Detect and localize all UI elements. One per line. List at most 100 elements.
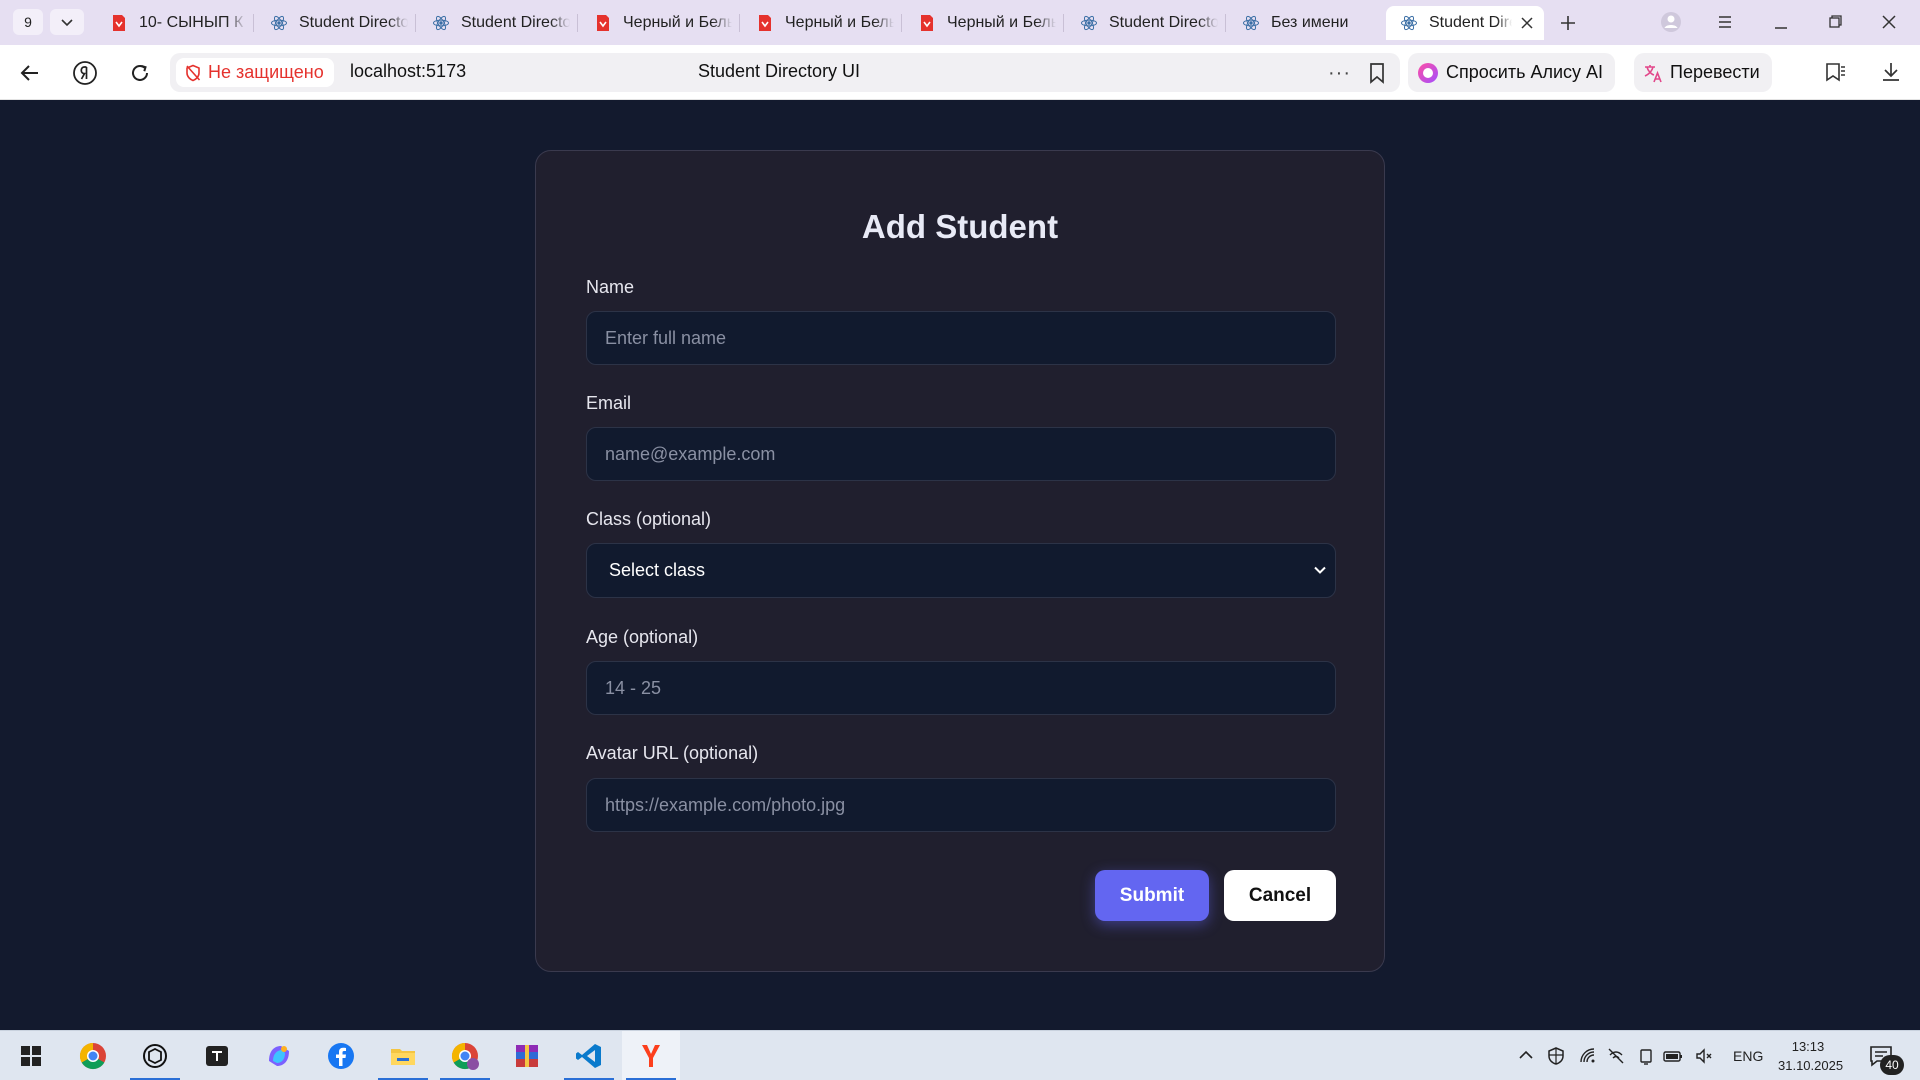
browser-tab[interactable]: Черный и Белый	[580, 6, 732, 40]
pdf-doc-icon	[759, 15, 771, 31]
vscode-icon	[576, 1044, 601, 1068]
browser-tab[interactable]: Без имени	[1228, 6, 1380, 40]
close-icon	[1882, 15, 1896, 29]
tab-title: 10- СЫНЫП К	[139, 14, 244, 31]
tab-title: Student Directory	[461, 14, 570, 31]
avatar-url-label: Avatar URL (optional)	[586, 743, 759, 763]
taskbar-yandex-browser[interactable]	[622, 1031, 680, 1080]
taskbar-notes[interactable]	[188, 1031, 246, 1080]
chevron-up-icon[interactable]	[1517, 1046, 1535, 1064]
browser-tab[interactable]: Черный и Белый	[904, 6, 1056, 40]
system-clock[interactable]: 13:13 31.10.2025	[1778, 1037, 1843, 1075]
age-input[interactable]	[586, 661, 1336, 715]
winrar-icon	[516, 1045, 538, 1067]
pdf-doc-icon	[921, 15, 933, 31]
email-input[interactable]	[586, 427, 1336, 481]
browser-menu-button[interactable]	[1710, 8, 1740, 36]
tab-title: Черный и Белый	[785, 14, 894, 31]
arrow-left-icon	[20, 65, 38, 81]
react-icon	[1243, 15, 1259, 31]
taskbar-chrome[interactable]	[64, 1031, 122, 1080]
tab-title: Student Directory	[1109, 14, 1218, 31]
wifi-icon[interactable]	[1578, 1046, 1598, 1066]
profile-button[interactable]	[1656, 8, 1686, 36]
volume-muted-icon[interactable]	[1694, 1046, 1714, 1066]
download-icon[interactable]	[1878, 59, 1904, 85]
chevron-down-icon	[1314, 566, 1326, 574]
tab-counter[interactable]: 9	[13, 9, 43, 35]
folder-icon	[391, 1049, 415, 1065]
name-input[interactable]	[586, 311, 1336, 365]
chrome-icon	[79, 1042, 106, 1070]
defender-shield-icon[interactable]	[1546, 1046, 1566, 1066]
tab-separator	[577, 14, 578, 32]
tab-separator	[253, 14, 254, 32]
tab-title: Student Directory	[299, 14, 408, 31]
url-text: localhost:5173	[350, 61, 467, 81]
close-window-button[interactable]	[1874, 8, 1904, 36]
browser-tab[interactable]: 10- СЫНЫП К	[96, 6, 246, 40]
translate-label: Перевести	[1670, 62, 1760, 82]
class-select[interactable]: Select class	[586, 543, 1336, 598]
browser-tab[interactable]: Student Directory	[256, 6, 408, 40]
tab-list-button[interactable]	[50, 9, 84, 35]
cancel-button[interactable]: Cancel	[1224, 870, 1336, 921]
restore-icon	[1829, 15, 1842, 28]
start-button[interactable]	[2, 1031, 60, 1080]
taskbar-copilot[interactable]	[250, 1031, 308, 1080]
tab-title: Student Directory	[1429, 14, 1512, 31]
security-label: Не защищено	[208, 62, 324, 82]
tab-separator	[739, 14, 740, 32]
avatar-url-input[interactable]	[586, 778, 1336, 832]
yandex-home-button[interactable]	[69, 57, 101, 89]
reload-button[interactable]	[124, 57, 156, 89]
alice-icon	[1418, 62, 1438, 83]
browser-tab[interactable]: Черный и Белый	[742, 6, 894, 40]
tab-close-button[interactable]	[1516, 12, 1538, 34]
bookmark-icon[interactable]	[1366, 61, 1388, 85]
react-icon	[271, 15, 287, 31]
taskbar-vscode[interactable]	[560, 1031, 618, 1080]
react-icon	[1401, 15, 1417, 31]
tab-separator	[1225, 14, 1226, 32]
taskbar-chatgpt[interactable]	[126, 1031, 184, 1080]
chevron-down-icon	[61, 19, 73, 27]
taskbar-winrar[interactable]	[498, 1031, 556, 1080]
minimize-button[interactable]	[1766, 8, 1796, 36]
network-off-icon[interactable]	[1606, 1046, 1626, 1066]
page-title: Student Directory UI	[698, 61, 861, 81]
ask-alice-button[interactable]: Спросить Алису AI	[1408, 53, 1616, 92]
taskbar-chrome-profile[interactable]	[436, 1031, 494, 1080]
yandex-logo-icon	[73, 61, 97, 85]
more-options-icon[interactable]: ···	[1328, 62, 1351, 85]
email-label: Email	[586, 393, 632, 413]
taskbar-facebook[interactable]	[312, 1031, 370, 1080]
back-button[interactable]	[14, 57, 46, 89]
chrome-icon	[451, 1042, 479, 1070]
pdf-doc-icon	[597, 15, 609, 31]
input-language[interactable]: ENG	[1733, 1048, 1763, 1064]
class-select-value: Select class	[609, 560, 706, 580]
battery-icon[interactable]	[1662, 1046, 1684, 1066]
translate-button[interactable]: Перевести	[1634, 53, 1772, 92]
age-label: Age (optional)	[586, 627, 699, 647]
browser-tab[interactable]: Student Directory	[418, 6, 570, 40]
close-icon	[1521, 17, 1533, 29]
class-label: Class (optional)	[586, 509, 712, 529]
browser-tab-active[interactable]: Student Directory	[1386, 6, 1544, 40]
submit-button[interactable]: Submit	[1095, 870, 1209, 921]
new-tab-button[interactable]	[1554, 9, 1582, 37]
browser-tab[interactable]: Student Directory	[1066, 6, 1218, 40]
restore-button[interactable]	[1820, 8, 1850, 36]
tab-separator	[415, 14, 416, 32]
minimize-icon	[1775, 27, 1787, 29]
device-icon[interactable]	[1636, 1046, 1656, 1066]
url-field[interactable]: Не защищено localhost:5173 Student Direc…	[170, 53, 1400, 92]
add-student-form: Add Student Name Email Class (optional) …	[535, 150, 1385, 972]
notes-app-icon	[206, 1046, 228, 1066]
reading-list-icon[interactable]	[1823, 59, 1849, 85]
taskbar-file-explorer[interactable]	[374, 1031, 432, 1080]
name-label: Name	[586, 277, 635, 297]
security-badge[interactable]: Не защищено	[176, 58, 334, 87]
tab-title: Черный и Белый	[947, 14, 1056, 31]
